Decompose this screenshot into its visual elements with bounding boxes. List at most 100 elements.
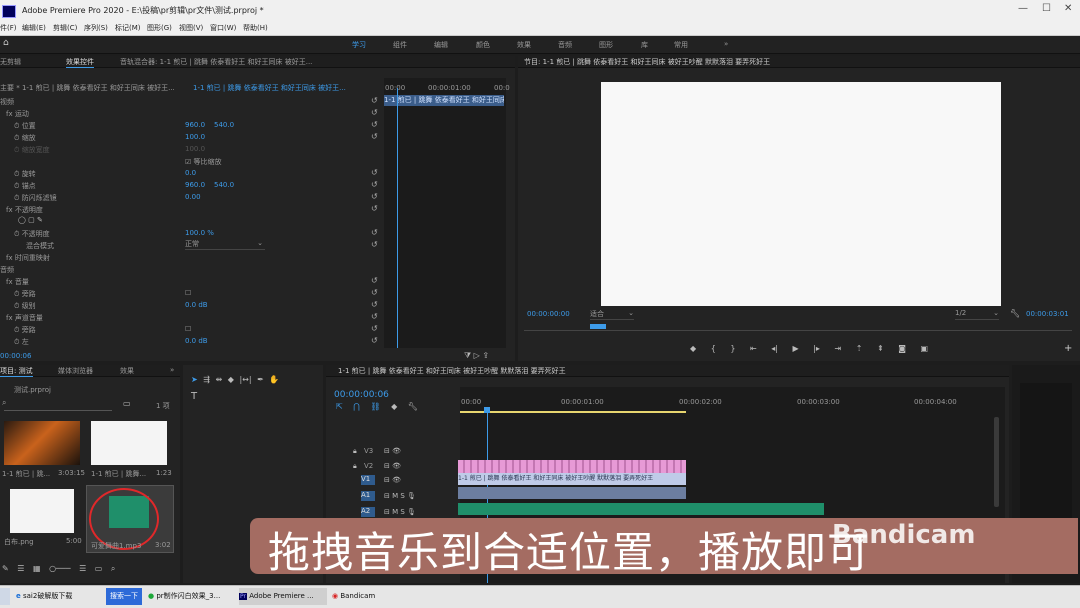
anchor-x-value[interactable]: 960.0 xyxy=(185,181,205,189)
workspace-libraries[interactable]: 库 xyxy=(641,40,648,50)
audio-clip-a2[interactable] xyxy=(458,503,824,515)
taskbar-item[interactable]: e sai2破解版下载 xyxy=(16,588,104,605)
workspace-learn[interactable]: 学习 xyxy=(352,40,366,50)
anchor-y-value[interactable]: 540.0 xyxy=(214,181,234,189)
reset-icon[interactable]: ↺ xyxy=(371,300,378,309)
workspace-graphics[interactable]: 图形 xyxy=(599,40,613,50)
program-title[interactable]: 节目: 1-1 煎已 | 跳舞 依泰看好王 和好王同床 被好王吵醒 默默落泪 要… xyxy=(524,57,770,67)
tab-audio-mixer[interactable]: 音轨混合器: 1-1 煎已 | 跳舞 依泰看好王 和好王同床 被好王... xyxy=(120,57,380,67)
taskbar-item[interactable]: Pr Adobe Premiere ... xyxy=(239,588,327,605)
toggle-sync-icon[interactable]: ⊟ 👁︎ xyxy=(384,447,401,455)
step-forward-icon[interactable]: |▸ xyxy=(813,344,820,353)
reset-icon[interactable]: ↺ xyxy=(371,204,378,213)
reset-icon[interactable]: ↺ xyxy=(371,168,378,177)
stopwatch-icon[interactable]: ⏱ xyxy=(14,230,22,238)
type-tool-icon[interactable]: T xyxy=(191,391,197,402)
reset-icon[interactable]: ↺ xyxy=(371,132,378,141)
taskbar-item[interactable]: 搜索一下 xyxy=(106,588,142,605)
menu-edit[interactable]: 编辑(E) xyxy=(22,23,46,33)
sequence-tab[interactable]: 1-1 煎已 | 跳舞 依泰看好王 和好王同床 被好王吵醒 默默落泪 要弄死好王 xyxy=(338,366,566,376)
slip-tool-icon[interactable]: |↔| xyxy=(239,375,251,384)
reset-icon[interactable]: ↺ xyxy=(371,228,378,237)
stopwatch-icon[interactable]: ⏱ xyxy=(14,290,22,298)
menu-view[interactable]: 视图(V) xyxy=(179,23,203,33)
taskbar-item[interactable]: ● pr制作闪白效果_3... xyxy=(148,588,236,605)
track-label-v2[interactable]: V2 xyxy=(364,462,373,470)
menu-clip[interactable]: 剪辑(C) xyxy=(53,23,77,33)
add-button-icon[interactable]: + xyxy=(1064,343,1072,354)
bypass2-checkbox[interactable]: ☐ xyxy=(185,325,191,333)
menu-graphics[interactable]: 图形(G) xyxy=(147,23,172,33)
position-x-value[interactable]: 960.0 xyxy=(185,121,205,129)
workspace-editing[interactable]: 编辑 xyxy=(434,40,448,50)
zoom-slider[interactable]: ○─── xyxy=(49,564,70,573)
pen-tool-icon[interactable]: ✒ xyxy=(257,375,264,384)
toggle-sync-icon[interactable]: ⊟ 👁︎ xyxy=(384,476,401,484)
project-search-input[interactable]: ⌕ xyxy=(2,398,112,411)
mark-in-icon[interactable]: { xyxy=(711,344,716,353)
volume-effect[interactable]: fx 音量 xyxy=(6,277,29,288)
reset-icon[interactable]: ↺ xyxy=(371,180,378,189)
effect-timecode[interactable]: 00:00:06 xyxy=(0,352,31,360)
time-remap-effect[interactable]: fx 时间重映射 xyxy=(6,253,50,264)
stopwatch-icon[interactable]: ⏱ xyxy=(14,302,22,310)
stopwatch-icon[interactable]: ⏱ xyxy=(14,170,22,178)
extract-icon[interactable]: ⇞ xyxy=(877,344,884,353)
scale-value[interactable]: 100.0 xyxy=(185,133,205,141)
razor-icon[interactable]: ◆ xyxy=(228,375,234,384)
step-back-icon[interactable]: ◂| xyxy=(771,344,778,353)
linked-icon[interactable]: ⛓ xyxy=(370,402,380,411)
clip-selector[interactable]: 1-1 煎已 | 跳舞 依泰看好王 和好王同床 被好王... xyxy=(193,83,378,94)
work-area-bar[interactable] xyxy=(460,411,686,413)
video-clip-v2[interactable] xyxy=(458,460,686,473)
track-select-icon[interactable]: ⇶ xyxy=(203,375,210,384)
timeline-vertical-scrollbar[interactable] xyxy=(994,417,999,507)
sort-icon[interactable]: ☰ xyxy=(79,564,86,573)
motion-effect[interactable]: fx 运动 xyxy=(6,109,29,120)
stopwatch-icon[interactable]: ⏱ xyxy=(14,194,22,202)
play-icon[interactable]: ▶ xyxy=(793,344,799,353)
icon-view-icon[interactable]: ▦ xyxy=(33,564,41,573)
panel-menu-icon[interactable]: » xyxy=(170,366,174,374)
track-label-a2[interactable]: A2 xyxy=(361,507,375,517)
menu-window[interactable]: 窗口(W) xyxy=(210,23,236,33)
tab-effect-controls[interactable]: 效果控件 xyxy=(66,57,94,68)
tab-project[interactable]: 项目: 测试 xyxy=(0,366,33,377)
menu-sequence[interactable]: 序列(S) xyxy=(84,23,108,33)
channel-volume-effect[interactable]: fx 声道音量 xyxy=(6,313,43,324)
close-icon[interactable]: ✕ xyxy=(1064,3,1072,14)
stopwatch-icon[interactable]: ⏱ xyxy=(14,122,22,130)
taskbar-item[interactable]: ◉ Bandicam xyxy=(332,588,402,605)
workspace-overflow[interactable]: » xyxy=(724,40,728,48)
uniform-scale-checkbox[interactable]: ☑ 等比缩放 xyxy=(185,157,222,167)
program-timecode-left[interactable]: 00:00:00:00 xyxy=(527,310,570,318)
timeline-timecode[interactable]: 00:00:00:06 xyxy=(334,390,389,400)
reset-icon[interactable]: ↺ xyxy=(371,240,378,249)
ellipse-mask-icon[interactable]: ◯ xyxy=(18,216,26,224)
video-clip-v1[interactable]: 1-1 煎已 | 跳舞 依泰看好王 和好王同床 被好王吵醒 默默落泪 要弄死好王 xyxy=(458,473,686,485)
audio-clip-a1[interactable] xyxy=(458,487,686,499)
opacity-effect[interactable]: fx 不透明度 xyxy=(6,205,43,216)
reset-icon[interactable]: ↺ xyxy=(371,192,378,201)
stopwatch-icon[interactable]: ⏱ xyxy=(14,338,22,346)
selection-tool-icon[interactable]: ➤ xyxy=(191,375,198,384)
track-label-v1[interactable]: V1 xyxy=(361,475,375,485)
effect-clip-bar[interactable]: 1-1 煎已 | 跳舞 依泰看好王 和好王同床 被好王... xyxy=(384,95,504,106)
reset-icon[interactable]: ↺ xyxy=(371,288,378,297)
ripple-edit-icon[interactable]: ⇹ xyxy=(216,375,223,384)
reset-icon[interactable]: ↺ xyxy=(371,96,378,105)
reset-icon[interactable]: ↺ xyxy=(371,276,378,285)
workspace-common[interactable]: 常用 xyxy=(674,40,688,50)
opacity-value[interactable]: 100.0 % xyxy=(185,229,214,237)
left-value[interactable]: 0.0 dB xyxy=(185,337,208,345)
pen-mask-icon[interactable]: ✎ xyxy=(37,216,43,224)
snap-icon[interactable]: ⋂ xyxy=(353,402,360,411)
effect-timeline[interactable]: 00:00 00:00:01:00 00:0 1-1 煎已 | 跳舞 依泰看好王… xyxy=(384,78,510,348)
nest-icon[interactable]: ⇱ xyxy=(336,402,343,411)
mute-solo-icon[interactable]: ⊟ M S 🎙︎ xyxy=(384,492,416,500)
quality-select[interactable]: 1/2 ⌄ xyxy=(955,309,999,320)
wrench-icon[interactable]: 🔧︎ xyxy=(408,402,418,411)
workspace-color[interactable]: 颜色 xyxy=(476,40,490,50)
filter-icon[interactable]: ⧩ ▷ ⇪ xyxy=(464,351,489,361)
go-to-in-icon[interactable]: ⇤ xyxy=(750,344,757,353)
